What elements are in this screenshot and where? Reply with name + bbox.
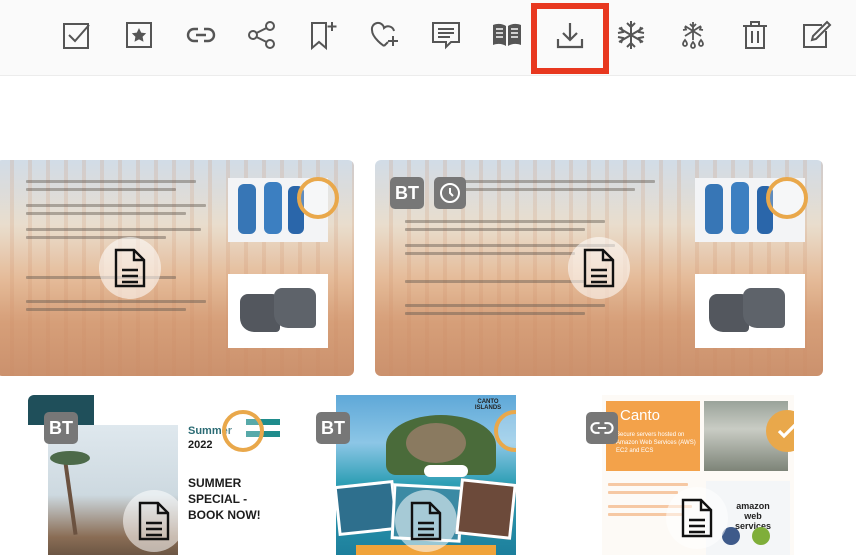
book-icon[interactable] [490, 15, 524, 55]
select-checkbox[interactable] [222, 410, 264, 452]
bt-badge: BT [316, 412, 350, 444]
aws-logo: amazon web services [734, 501, 772, 531]
asset-card[interactable]: CANTO ISLANDS [336, 395, 516, 555]
document-type-icon [568, 237, 630, 299]
delete-icon[interactable] [738, 15, 772, 55]
bt-badge: BT [390, 177, 424, 209]
document-type-icon [99, 237, 161, 299]
document-type-icon [666, 487, 728, 549]
comment-icon[interactable] [429, 15, 463, 55]
freeze-icon[interactable] [614, 15, 648, 55]
heart-add-icon[interactable] [368, 15, 402, 55]
asset-card[interactable]: Canto Secure servers hosted on Amazon We… [602, 395, 794, 555]
select-checkbox[interactable] [766, 177, 808, 219]
link-icon[interactable] [184, 15, 218, 55]
bookmark-add-icon[interactable] [306, 15, 340, 55]
bt-badge: BT [44, 412, 78, 444]
asset-card[interactable] [0, 160, 354, 376]
edit-icon[interactable] [799, 15, 833, 55]
flyer-headline: SUMMER SPECIAL - BOOK NOW! [188, 476, 261, 522]
document-type-icon [123, 490, 185, 552]
favorite-icon[interactable] [122, 15, 156, 55]
link-icon [586, 412, 618, 444]
unfreeze-icon[interactable] [676, 15, 710, 55]
asset-card[interactable]: Summer 2022 SUMMER SPECIAL - BOOK NOW! B… [28, 395, 280, 555]
select-checkbox[interactable] [297, 177, 339, 219]
select-all-icon[interactable] [60, 15, 94, 55]
flyer-brand: CANTO ISLANDS [474, 399, 502, 411]
toolbar [0, 0, 856, 76]
share-icon[interactable] [245, 15, 279, 55]
download-highlight [531, 3, 609, 74]
asset-card[interactable]: BT [375, 160, 823, 376]
flyer-brand: Canto [620, 407, 661, 424]
clock-icon [434, 177, 466, 209]
flyer-text: Secure servers hosted on Amazon Web Serv… [616, 432, 696, 454]
flyer-year: 2022 [188, 439, 213, 451]
document-type-icon [395, 490, 457, 552]
